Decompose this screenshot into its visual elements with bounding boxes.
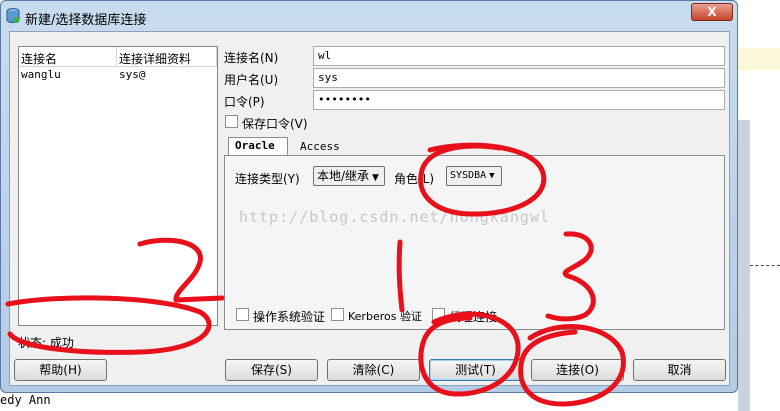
window-title: 新建/选择数据库连接 — [25, 13, 147, 28]
cancel-button[interactable]: 取消 — [633, 359, 726, 381]
conn-name-input[interactable]: wl — [313, 46, 725, 66]
tab-access[interactable]: Access — [294, 139, 348, 156]
dialog-body: 连接名 连接详细资料 wanglu sys@ 连接名(N) wl 用户名(U) … — [9, 31, 730, 386]
proxy-checkbox[interactable] — [432, 308, 445, 321]
conn-type-select[interactable]: 本地/继承 ▼ — [313, 166, 385, 186]
list-item-details: sys@ — [119, 68, 146, 81]
username-input[interactable]: sys — [313, 68, 725, 88]
background-right-area — [738, 0, 780, 411]
chevron-down-icon: ▼ — [372, 173, 379, 183]
password-input[interactable]: •••••••• — [313, 90, 725, 110]
title-bar[interactable]: 新建/选择数据库连接 X — [1, 1, 737, 31]
conn-type-value: 本地/继承 — [317, 169, 370, 183]
connection-dialog: 新建/选择数据库连接 X 连接名 连接详细资料 wanglu sys@ 连接名(… — [0, 0, 738, 393]
conn-type-label: 连接类型(Y) — [235, 172, 300, 186]
save-password-label: 保存口令(V) — [242, 117, 308, 131]
os-auth-label: 操作系统验证 — [253, 310, 326, 324]
test-button[interactable]: 测试(T) — [429, 359, 522, 381]
save-password-checkbox[interactable] — [225, 115, 238, 128]
help-button[interactable]: 帮助(H) — [14, 359, 107, 381]
column-header-name[interactable]: 连接名 — [19, 47, 117, 66]
role-value: SYSDBA — [450, 170, 487, 181]
status-text: 状态: 成功 — [18, 336, 74, 350]
background-highlight-band — [738, 48, 780, 70]
background-scroll-area — [738, 120, 750, 411]
password-label: 口令(P) — [224, 95, 265, 109]
connection-list[interactable]: 连接名 连接详细资料 wanglu sys@ — [18, 46, 218, 326]
conn-name-label: 连接名(N) — [224, 51, 279, 65]
list-header: 连接名 连接详细资料 — [19, 47, 217, 67]
close-button[interactable]: X — [691, 3, 733, 21]
username-label: 用户名(U) — [224, 73, 279, 87]
kerberos-checkbox[interactable] — [331, 308, 344, 321]
role-label: 角色(L) — [394, 172, 435, 186]
oracle-tab-panel: 连接类型(Y) 本地/继承 ▼ 角色(L) SYSDBA ▼ 操作系统验证 Kerb… — [224, 155, 725, 330]
chevron-down-icon: ▼ — [489, 171, 495, 181]
save-button[interactable]: 保存(S) — [225, 359, 318, 381]
clear-button[interactable]: 清除(C) — [327, 359, 420, 381]
role-select[interactable]: SYSDBA ▼ — [446, 166, 502, 186]
kerberos-label: Kerberos 验证 — [348, 310, 422, 323]
tab-oracle[interactable]: Oracle — [228, 137, 288, 156]
list-item[interactable]: wanglu sys@ — [19, 67, 217, 83]
proxy-label: 代理连接 — [449, 310, 498, 324]
list-item-name: wanglu — [21, 68, 61, 81]
connect-button[interactable]: 连接(O) — [531, 359, 624, 381]
background-text: edy Ann — [0, 393, 51, 407]
database-icon — [6, 8, 20, 23]
watermark: http://blog.csdn.net/hongkangwl — [239, 208, 550, 226]
column-header-details[interactable]: 连接详细资料 — [117, 47, 217, 66]
background-dashed-line — [750, 265, 780, 266]
os-auth-checkbox[interactable] — [236, 308, 249, 321]
